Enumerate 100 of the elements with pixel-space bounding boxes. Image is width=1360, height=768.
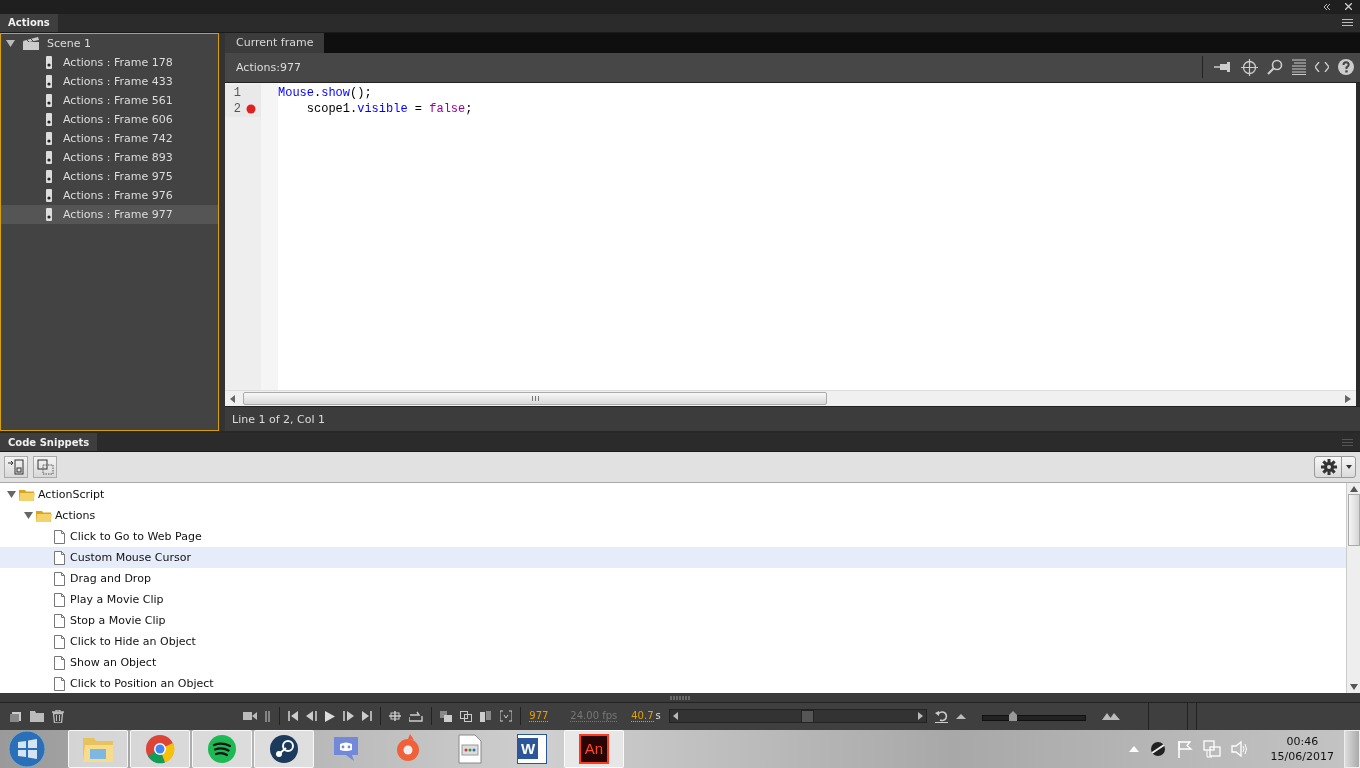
keyframe-icon <box>46 150 52 164</box>
document-icon <box>458 734 482 764</box>
snippet-item[interactable]: Click to Position an Object <box>0 673 1346 694</box>
frame-item[interactable]: Actions : Frame 742 <box>1 128 218 148</box>
scroll-up-icon[interactable] <box>1349 486 1358 492</box>
small-mountain-icon <box>955 714 966 719</box>
game-store-icon <box>269 734 299 764</box>
scroll-thumb[interactable] <box>800 710 814 723</box>
cursor-position: Line 1 of 2, Col 1 <box>232 412 325 426</box>
folder-icon <box>82 735 114 763</box>
scroll-down-icon[interactable] <box>1349 684 1358 690</box>
snippet-item[interactable]: Play a Movie Clip <box>0 589 1346 610</box>
onion-skin-icon[interactable] <box>440 711 453 722</box>
expand-icon[interactable] <box>6 39 15 47</box>
add-to-frame-button[interactable] <box>4 456 28 479</box>
search-icon[interactable] <box>1267 59 1283 76</box>
crosshair-icon[interactable] <box>1241 58 1258 76</box>
folder-label[interactable]: Actions <box>55 509 96 522</box>
scroll-right-icon[interactable] <box>1345 394 1351 403</box>
step-back-icon[interactable] <box>306 711 318 722</box>
options-button[interactable] <box>1314 456 1356 479</box>
keyframe-icon <box>46 188 52 202</box>
loop-icon[interactable] <box>409 711 424 722</box>
document-icon <box>54 634 65 649</box>
format-icon[interactable] <box>1292 59 1306 76</box>
frame-item[interactable]: Actions : Frame 606 <box>1 109 218 129</box>
timeline-scrollbar[interactable] <box>668 709 927 724</box>
current-frame[interactable]: 977 <box>529 710 549 723</box>
camera-icon[interactable] <box>243 711 258 722</box>
frame-item[interactable]: Actions : Frame 976 <box>1 185 218 205</box>
frame-item[interactable]: Actions : Frame 975 <box>1 166 218 186</box>
menu-icon[interactable] <box>1342 19 1353 27</box>
markers-icon[interactable] <box>500 710 513 723</box>
edit-frames-icon[interactable] <box>480 711 493 722</box>
folder-label[interactable]: ActionScript <box>38 488 105 501</box>
folder-icon <box>19 488 35 501</box>
keyframe-icon <box>46 93 52 107</box>
snippet-item[interactable]: Custom Mouse Cursor <box>0 547 1346 568</box>
bars-icon[interactable] <box>265 711 272 722</box>
clock-date[interactable]: 15/06/2017 <box>1270 750 1334 763</box>
frame-item[interactable]: Actions : Frame 178 <box>1 52 218 72</box>
document-icon <box>54 571 65 586</box>
elapsed-time[interactable]: 40.7 <box>631 710 654 723</box>
snippet-item[interactable]: Drag and Drop <box>0 568 1346 589</box>
tray-app-icon[interactable] <box>1148 740 1167 758</box>
code-line: scope1.visible = false; <box>305 100 474 117</box>
large-mountains-icon <box>1101 713 1120 720</box>
keyframe-icon <box>46 55 52 69</box>
start-button[interactable] <box>8 730 46 768</box>
vertical-scrollbar[interactable] <box>1346 483 1360 693</box>
ring-icon <box>394 734 422 764</box>
snippet-item[interactable]: Click to Go to Web Page <box>0 526 1346 547</box>
keyframe-icon <box>46 74 52 88</box>
folder-icon[interactable] <box>30 711 44 722</box>
frame-item[interactable]: Actions : Frame 893 <box>1 147 218 167</box>
expand-icon[interactable] <box>24 512 33 519</box>
frame-item[interactable]: Actions : Frame 433 <box>1 71 218 91</box>
help-icon[interactable] <box>1338 59 1354 76</box>
snippet-item[interactable]: Click to Hide an Object <box>0 631 1346 652</box>
scroll-left-icon[interactable] <box>230 394 236 403</box>
grip-icon[interactable] <box>531 396 539 402</box>
pin-icon[interactable] <box>1214 61 1232 74</box>
document-icon <box>54 529 65 544</box>
taskbar-app[interactable]: An <box>564 730 624 768</box>
onion-outline-icon[interactable] <box>460 711 473 722</box>
editor-tab[interactable]: Current frame <box>225 32 325 53</box>
last-frame-icon[interactable] <box>362 711 373 722</box>
document-icon <box>54 655 65 670</box>
expand-icon[interactable] <box>7 491 16 498</box>
breakpoint-icon[interactable] <box>246 103 256 114</box>
scroll-right-icon[interactable] <box>917 712 923 721</box>
add-code-icon <box>8 459 24 476</box>
location-label: Actions:977 <box>236 60 301 74</box>
snippet-item[interactable]: Stop a Movie Clip <box>0 610 1346 631</box>
play-icon[interactable] <box>325 711 336 722</box>
scroll-thumb[interactable] <box>1347 494 1360 546</box>
undo-icon[interactable] <box>934 710 948 723</box>
folder-icon <box>36 509 52 522</box>
resize-grip-icon[interactable] <box>670 695 690 700</box>
code-icon[interactable] <box>1315 62 1329 73</box>
new-layer-icon[interactable] <box>10 710 22 723</box>
scroll-left-icon[interactable] <box>672 712 678 721</box>
gutter-row[interactable]: 1 <box>225 84 261 101</box>
horizontal-scrollbar[interactable] <box>225 390 1356 407</box>
taskbar-app[interactable]: W <box>502 730 562 768</box>
step-forward-icon[interactable] <box>343 711 355 722</box>
taskbar-app[interactable] <box>254 730 314 768</box>
center-frame-icon[interactable] <box>389 711 402 722</box>
line-number: 2 <box>232 101 241 116</box>
snippet-item[interactable]: Show an Object <box>0 652 1346 673</box>
copy-button[interactable] <box>33 456 57 479</box>
panel-tab[interactable]: Code Snippets <box>0 433 98 452</box>
frame-item[interactable]: Actions : Frame 977 <box>1 204 218 224</box>
taskbar-app[interactable] <box>192 730 252 768</box>
first-frame-icon[interactable] <box>288 711 299 722</box>
scene-label[interactable]: Scene 1 <box>47 36 92 50</box>
frame-item[interactable]: Actions : Frame 561 <box>1 90 218 110</box>
trash-icon[interactable] <box>52 710 64 723</box>
slider-thumb[interactable] <box>1009 711 1018 722</box>
clock-time[interactable]: 00:46 <box>1286 735 1319 748</box>
